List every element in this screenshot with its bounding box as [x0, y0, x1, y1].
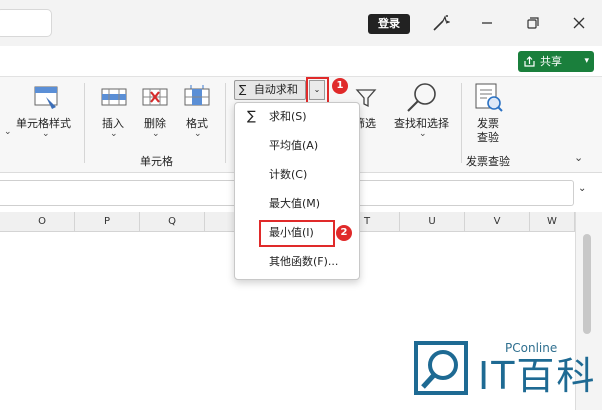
menu-item-sum[interactable]: ∑ 求和(S): [235, 105, 359, 129]
menu-item-count[interactable]: 计数(C): [235, 163, 359, 187]
close-icon[interactable]: [568, 12, 590, 34]
insert-cells-icon[interactable]: [100, 85, 128, 109]
sigma-icon: ∑: [247, 109, 256, 124]
watermark-brand: PConline: [505, 341, 558, 355]
invoice-group-label: 发票查验: [466, 155, 510, 168]
title-bar: [0, 0, 602, 46]
menu-item-more-functions[interactable]: 其他函数(F)...: [235, 250, 359, 274]
search-icon[interactable]: [404, 81, 438, 113]
column-header-w[interactable]: W: [530, 212, 575, 232]
menu-item-max[interactable]: 最大值(M): [235, 192, 359, 216]
watermark-site: IT百科: [478, 354, 597, 398]
chevron-down-icon: ⌄: [4, 127, 12, 137]
highlight-box-1: [306, 77, 329, 104]
column-header-q[interactable]: Q: [140, 212, 205, 232]
column-header-v[interactable]: V: [465, 212, 530, 232]
chevron-down-icon: ⌄: [110, 129, 118, 139]
autosum-button[interactable]: ∑ 自动求和: [234, 80, 306, 100]
format-cells-icon[interactable]: [183, 83, 211, 109]
expand-formula-bar-icon[interactable]: ⌄: [578, 183, 586, 194]
minimize-icon[interactable]: [476, 12, 498, 34]
cells-group-label: 单元格: [140, 155, 173, 168]
collapse-ribbon-icon[interactable]: ⌄: [574, 151, 583, 164]
sigma-icon: ∑: [239, 83, 247, 96]
share-button[interactable]: 共享 ▾: [518, 51, 594, 72]
share-label: 共享: [540, 55, 562, 68]
magic-wand-icon[interactable]: [430, 13, 450, 33]
search-box[interactable]: [0, 9, 52, 37]
scrollbar-thumb[interactable]: [583, 234, 591, 334]
pconline-logo: [414, 341, 468, 395]
menu-item-average[interactable]: 平均值(A): [235, 134, 359, 158]
chevron-down-icon: ⌄: [419, 129, 427, 139]
column-header-p[interactable]: P: [75, 212, 140, 232]
delete-cells-icon[interactable]: [141, 85, 169, 109]
restore-icon[interactable]: [522, 12, 544, 34]
chevron-down-icon: ⌄: [42, 129, 50, 139]
column-header-o[interactable]: O: [10, 212, 75, 232]
highlight-box-2: [259, 220, 335, 247]
chevron-down-icon: ▾: [584, 56, 589, 66]
autosum-label: 自动求和: [253, 83, 298, 96]
chevron-down-icon: ⌄: [152, 129, 160, 139]
invoice-check-icon[interactable]: [472, 81, 504, 113]
step-badge-1: 1: [332, 78, 348, 94]
step-badge-2: 2: [336, 225, 352, 241]
column-header-u[interactable]: U: [400, 212, 465, 232]
cell-style-icon[interactable]: [32, 83, 62, 113]
invoice-label-line2[interactable]: 查验: [477, 129, 499, 145]
login-button[interactable]: 登录: [368, 14, 410, 34]
share-icon: [524, 56, 535, 67]
autosum-menu: ∑ 求和(S) 平均值(A) 计数(C) 最大值(M) 最小值(I) 其他函数(…: [234, 102, 360, 280]
chevron-down-icon: ⌄: [194, 129, 202, 139]
